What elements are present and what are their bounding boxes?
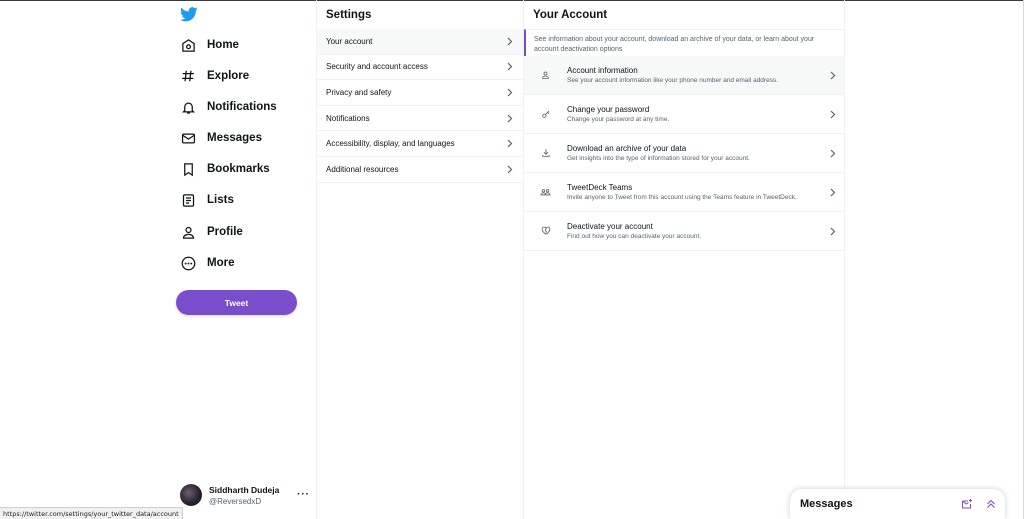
your-account-title: Your Account — [533, 8, 608, 21]
chevron-right-icon — [822, 227, 844, 236]
settings-item-additional-resources[interactable]: Additional resources — [317, 157, 523, 183]
nav-notifications[interactable]: Notifications — [180, 95, 277, 119]
nav-lists[interactable]: Lists — [180, 188, 234, 212]
your-account-column: Your Account See information about your … — [524, 0, 845, 519]
account-item-title: Account information — [567, 66, 638, 75]
tweetdeck-teams-item[interactable]: TweetDeck Teams Invite anyone to Tweet f… — [524, 173, 844, 212]
chevron-right-icon — [506, 165, 513, 174]
hashtag-icon — [180, 68, 196, 84]
nav-home[interactable]: Home — [180, 33, 239, 57]
messages-drawer[interactable]: Messages — [790, 489, 1005, 519]
chevron-right-icon — [506, 88, 513, 97]
your-account-description: See information about your account, down… — [524, 29, 844, 56]
account-item-title: TweetDeck Teams — [567, 183, 633, 192]
settings-item-label: Your account — [326, 36, 373, 46]
settings-item-label: Notifications — [326, 113, 370, 123]
account-item-subtitle: Get insights into the type of informatio… — [567, 155, 750, 162]
new-message-icon[interactable] — [957, 494, 977, 514]
twitter-logo-icon[interactable] — [180, 7, 198, 23]
chevron-right-icon — [506, 114, 513, 123]
nav-bookmarks[interactable]: Bookmarks — [180, 157, 270, 181]
person-icon — [524, 70, 567, 80]
more-circle-icon — [180, 255, 196, 271]
bell-icon — [180, 99, 196, 115]
list-icon — [180, 192, 196, 208]
chevron-right-icon — [822, 149, 844, 158]
bookmark-icon — [180, 161, 196, 177]
settings-item-your-account[interactable]: Your account — [317, 29, 523, 55]
download-icon — [524, 148, 567, 158]
settings-item-notifications[interactable]: Notifications — [317, 106, 523, 132]
settings-item-security[interactable]: Security and account access — [317, 55, 523, 81]
deactivate-account-item[interactable]: Deactivate your account Find out how you… — [524, 212, 844, 251]
chevron-right-icon — [822, 188, 844, 197]
nav-messages[interactable]: Messages — [180, 126, 262, 150]
settings-list: Your account Security and account access… — [317, 29, 523, 183]
nav-more-label: More — [207, 257, 235, 269]
settings-item-label: Additional resources — [326, 164, 399, 174]
nav-messages-label: Messages — [207, 132, 262, 144]
download-archive-item[interactable]: Download an archive of your data Get ins… — [524, 134, 844, 173]
nav-explore[interactable]: Explore — [180, 64, 249, 88]
profile-handle: @ReversedxD — [209, 496, 262, 506]
nav-profile[interactable]: Profile — [180, 220, 243, 244]
broken-heart-icon — [524, 226, 567, 236]
account-item-title: Deactivate your account — [567, 222, 653, 231]
account-item-title: Change your password — [567, 105, 650, 114]
account-item-subtitle: Change your password at any time. — [567, 116, 670, 123]
account-item-title: Download an archive of your data — [567, 144, 687, 153]
profile-name: Siddharth Dudeja — [209, 484, 280, 495]
settings-item-label: Security and account access — [326, 62, 428, 72]
tweet-button[interactable]: Tweet — [176, 290, 297, 315]
account-item-subtitle: See your account information like your p… — [567, 77, 779, 84]
people-icon — [524, 187, 567, 197]
person-icon — [180, 224, 196, 240]
account-item-subtitle: Find out how you can deactivate your acc… — [567, 233, 702, 240]
nav-profile-label: Profile — [207, 226, 243, 238]
account-information-item[interactable]: Account information See your account inf… — [524, 56, 844, 95]
nav-bookmarks-label: Bookmarks — [207, 163, 270, 175]
messages-drawer-title: Messages — [800, 498, 853, 510]
nav-notifications-label: Notifications — [207, 101, 277, 113]
settings-item-label: Accessibility, display, and languages — [326, 139, 455, 149]
settings-column: Settings Your account Security and accou… — [316, 0, 524, 519]
more-options-icon[interactable]: ··· — [297, 489, 310, 500]
nav-more[interactable]: More — [180, 251, 234, 275]
browser-status-url: https://twitter.com/settings/your_twitte… — [0, 507, 183, 519]
settings-item-label: Privacy and safety — [326, 87, 392, 97]
chevron-right-icon — [506, 139, 513, 148]
account-item-subtitle: Invite anyone to Tweet from this account… — [567, 194, 797, 201]
nav-explore-label: Explore — [207, 70, 250, 82]
key-icon — [524, 109, 567, 119]
chevron-right-icon — [822, 71, 844, 80]
account-switcher[interactable]: Siddharth Dudeja @ReversedxD ··· — [180, 482, 310, 508]
home-icon — [180, 37, 196, 53]
chevron-right-icon — [506, 62, 513, 71]
chevron-double-up-icon[interactable] — [981, 494, 1001, 514]
chevron-right-icon — [506, 37, 513, 46]
change-password-item[interactable]: Change your password Change your passwor… — [524, 95, 844, 134]
settings-item-accessibility[interactable]: Accessibility, display, and languages — [317, 131, 523, 157]
nav-home-label: Home — [207, 39, 239, 51]
settings-item-privacy[interactable]: Privacy and safety — [317, 80, 523, 106]
avatar — [180, 484, 202, 506]
primary-sidebar: Home Explore Notifications Messages Book… — [168, 0, 316, 519]
chevron-right-icon — [822, 110, 844, 119]
settings-title: Settings — [326, 8, 372, 21]
nav-lists-label: Lists — [207, 194, 234, 206]
envelope-icon — [180, 130, 196, 146]
